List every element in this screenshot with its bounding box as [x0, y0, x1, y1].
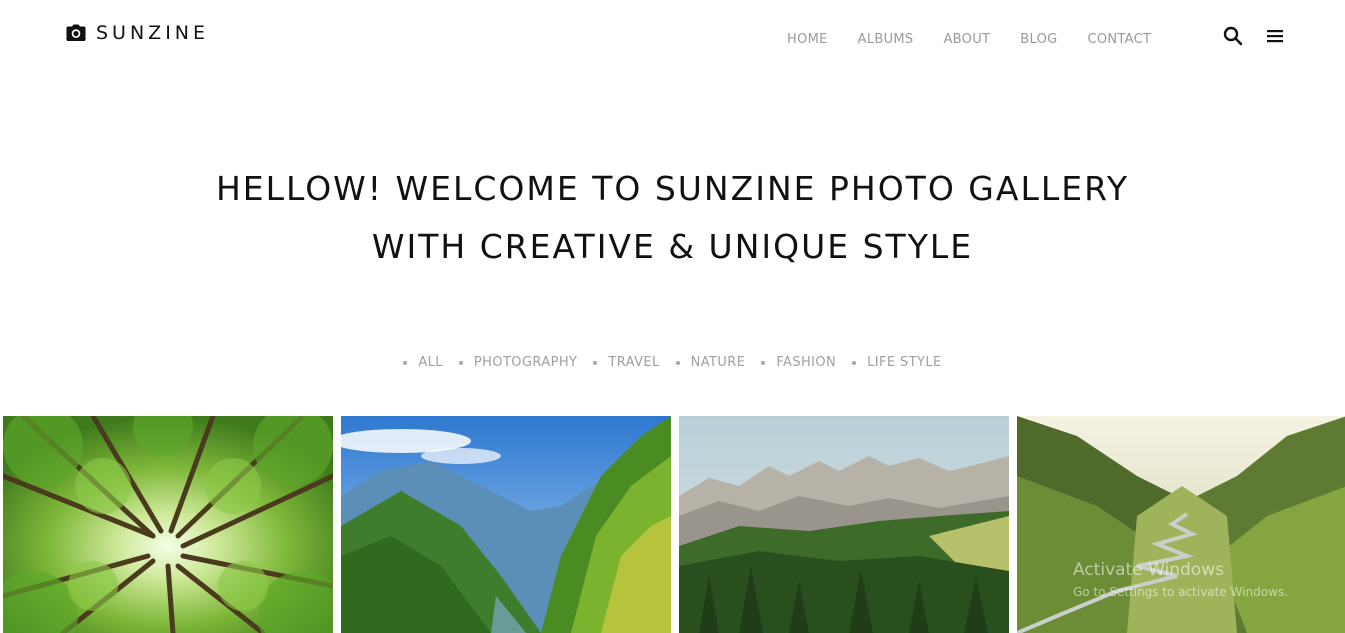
bullet-icon — [458, 360, 463, 365]
filter-label: FASHION — [776, 355, 837, 370]
menu-icon[interactable] — [1264, 25, 1286, 47]
gallery-photo-winding-road[interactable] — [1017, 416, 1345, 633]
filter-label: ALL — [418, 355, 443, 370]
filter-travel[interactable]: TRAVEL — [593, 355, 659, 370]
filter-photography[interactable]: PHOTOGRAPHY — [458, 355, 578, 370]
nav-item-blog[interactable]: BLOG — [1020, 32, 1057, 47]
search-icon[interactable] — [1222, 25, 1244, 47]
hero-section: HELLOW! WELCOME TO SUNZINE PHOTO GALLERY… — [0, 160, 1345, 276]
filter-nature[interactable]: NATURE — [675, 355, 746, 370]
gallery-photo-forest-canopy[interactable] — [3, 416, 333, 633]
camera-icon — [66, 24, 86, 42]
filter-life-style[interactable]: LIFE STYLE — [852, 355, 942, 370]
nav-item-home[interactable]: HOME — [787, 32, 828, 47]
filter-label: LIFE STYLE — [867, 355, 942, 370]
filter-label: PHOTOGRAPHY — [473, 355, 578, 370]
bullet-icon — [761, 360, 766, 365]
page: SUNZINE HOME ALBUMS ABOUT BLOG CONTACT H… — [0, 0, 1345, 633]
nav-item-albums[interactable]: ALBUMS — [858, 32, 914, 47]
site-header: SUNZINE HOME ALBUMS ABOUT BLOG CONTACT — [0, 0, 1345, 72]
photo-gallery — [3, 416, 1345, 633]
bullet-icon — [593, 360, 598, 365]
nav-item-contact[interactable]: CONTACT — [1087, 32, 1151, 47]
bullet-icon — [403, 360, 408, 365]
gallery-photo-rocky-peaks[interactable] — [679, 416, 1009, 633]
header-actions — [1222, 25, 1286, 47]
filter-fashion[interactable]: FASHION — [761, 355, 836, 370]
filter-label: NATURE — [690, 355, 746, 370]
nav-item-about[interactable]: ABOUT — [943, 32, 990, 47]
brand-logo[interactable]: SUNZINE — [66, 22, 209, 44]
bullet-icon — [852, 360, 857, 365]
main-nav: HOME ALBUMS ABOUT BLOG CONTACT — [787, 28, 1151, 47]
bullet-icon — [675, 360, 680, 365]
gallery-filters: ALL PHOTOGRAPHY TRAVEL NATURE FASHION LI… — [0, 355, 1345, 370]
filter-all[interactable]: ALL — [403, 355, 443, 370]
gallery-photo-mountain-valley[interactable] — [341, 416, 671, 633]
hero-title-line-2: WITH CREATIVE & UNIQUE STYLE — [371, 227, 974, 266]
brand-name: SUNZINE — [96, 22, 210, 44]
hero-title-line-1: HELLOW! WELCOME TO SUNZINE PHOTO GALLERY — [215, 169, 1130, 208]
filter-label: TRAVEL — [608, 355, 660, 370]
